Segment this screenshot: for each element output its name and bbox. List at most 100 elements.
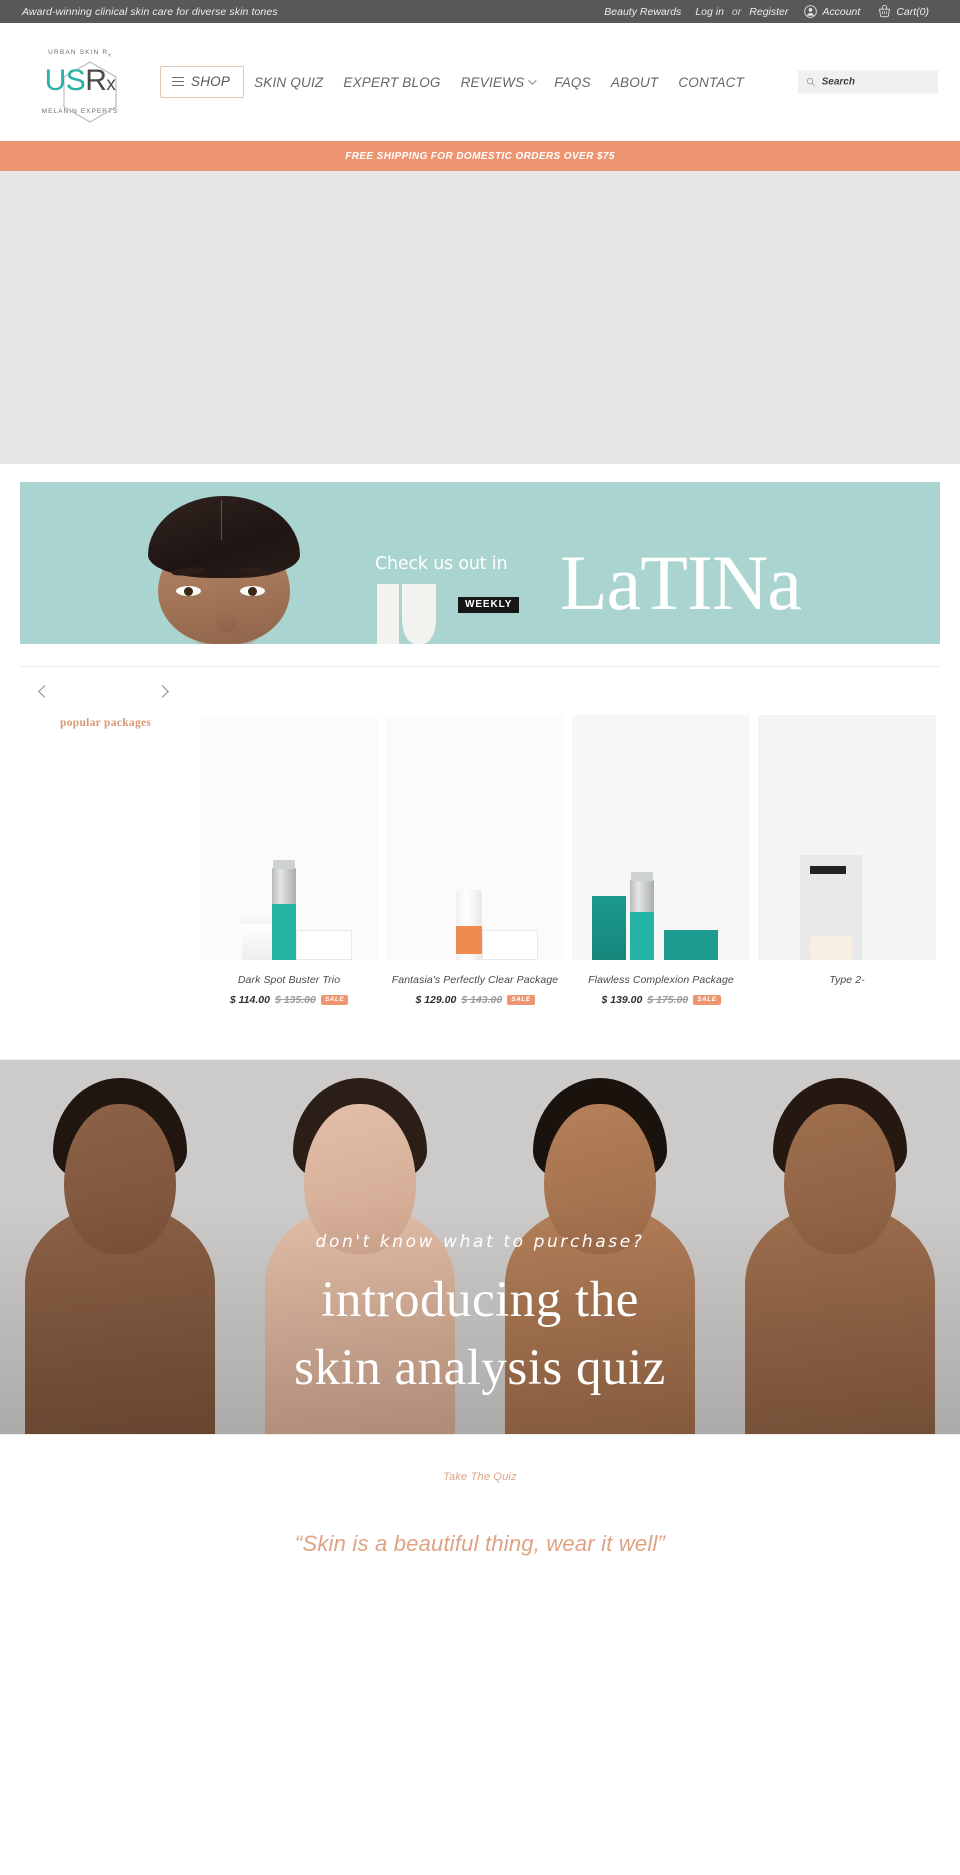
latina-wordmark: LaTINa bbox=[560, 539, 802, 626]
skin-analysis-quiz-hero[interactable]: don't know what to purchase? introducing… bbox=[0, 1060, 960, 1434]
shop-label: SHOP bbox=[191, 74, 231, 89]
product-card[interactable]: Type 2- bbox=[758, 715, 936, 1006]
nav-label: SKIN QUIZ bbox=[254, 74, 324, 90]
product-card[interactable]: Dark Spot Buster Trio $ 114.00 $ 135.00 … bbox=[200, 715, 378, 1006]
carousel-track: Dark Spot Buster Trio $ 114.00 $ 135.00 … bbox=[200, 715, 960, 1006]
product-compare-at-price: $ 135.00 bbox=[274, 994, 316, 1006]
nav-item-about[interactable]: ABOUT bbox=[601, 67, 669, 98]
latina-promo-banner[interactable]: Check us out in WEEKLY LaTINa bbox=[20, 482, 940, 644]
sale-badge: SALE bbox=[693, 994, 721, 1006]
magazine-letter-u bbox=[402, 584, 436, 644]
free-shipping-text: FREE SHIPPING FOR DOMESTIC ORDERS OVER $… bbox=[345, 150, 615, 162]
quiz-hero-headline-line2: skin analysis quiz bbox=[294, 1340, 666, 1396]
product-price: $ 139.00 bbox=[601, 994, 643, 1006]
product-cleansing-bar bbox=[664, 930, 718, 960]
nav-item-faqs[interactable]: FAQS bbox=[544, 67, 601, 98]
site-header: URBAN SKIN Rx US Rx MELANIN EXPERTS SHOP … bbox=[0, 23, 960, 141]
logo-mark: US Rx bbox=[40, 61, 120, 123]
product-tube-band bbox=[456, 926, 482, 954]
product-round-jar bbox=[810, 936, 852, 960]
quiz-hero-kicker: don't know what to purchase? bbox=[315, 1232, 645, 1252]
product-box bbox=[296, 930, 352, 960]
chevron-right-icon bbox=[155, 684, 169, 698]
chevron-down-icon bbox=[528, 76, 537, 85]
chevron-left-icon bbox=[37, 684, 51, 698]
product-bottle-cap bbox=[631, 872, 653, 881]
product-title[interactable]: Flawless Complexion Package bbox=[572, 974, 750, 986]
logo-top-sub: x bbox=[108, 52, 112, 59]
nav-item-reviews[interactable]: REVIEWS bbox=[451, 67, 545, 98]
site-logo[interactable]: URBAN SKIN Rx US Rx MELANIN EXPERTS bbox=[30, 49, 130, 123]
carousel-prev-button[interactable] bbox=[32, 679, 56, 703]
product-carton-label bbox=[810, 866, 846, 874]
carousel-next-button[interactable] bbox=[150, 679, 174, 703]
sale-badge: SALE bbox=[320, 994, 349, 1006]
nav-label: ABOUT bbox=[610, 74, 659, 90]
product-image[interactable] bbox=[758, 715, 936, 960]
product-compare-at-price: $ 175.00 bbox=[647, 994, 689, 1006]
product-price-row: $ 114.00 $ 135.00 SALE bbox=[200, 994, 378, 1006]
register-link[interactable]: Register bbox=[742, 6, 795, 18]
product-image[interactable] bbox=[572, 715, 750, 960]
free-shipping-banner: FREE SHIPPING FOR DOMESTIC ORDERS OVER $… bbox=[0, 141, 960, 171]
login-link[interactable]: Log in bbox=[688, 6, 731, 18]
product-image[interactable] bbox=[200, 715, 378, 960]
or-text: or bbox=[731, 5, 742, 18]
main-navigation: SHOP SKIN QUIZ EXPERT BLOG REVIEWS FAQS … bbox=[160, 66, 754, 98]
nav-item-expert-blog[interactable]: EXPERT BLOG bbox=[333, 67, 450, 98]
product-price: $ 129.00 bbox=[415, 994, 457, 1006]
product-serum-bottle bbox=[272, 860, 296, 960]
promo-model-nose bbox=[216, 606, 238, 632]
search-icon bbox=[806, 78, 815, 87]
promo-banner-section: Check us out in WEEKLY LaTINa bbox=[0, 464, 960, 667]
product-title[interactable]: Dark Spot Buster Trio bbox=[200, 974, 378, 986]
carousel-section-label: popular packages bbox=[60, 717, 152, 729]
product-image[interactable] bbox=[386, 715, 564, 960]
beauty-rewards-link[interactable]: Beauty Rewards bbox=[597, 6, 688, 18]
account-person-icon bbox=[804, 5, 818, 18]
nav-item-contact[interactable]: CONTACT bbox=[668, 67, 754, 98]
product-bottle-label bbox=[272, 904, 296, 960]
nav-item-skin-quiz[interactable]: SKIN QUIZ bbox=[244, 67, 333, 98]
hero-slider-placeholder[interactable] bbox=[0, 171, 960, 464]
sale-badge: SALE bbox=[507, 994, 535, 1006]
logo-letters: US Rx bbox=[44, 63, 116, 100]
promo-kicker-text: Check us out in bbox=[375, 554, 508, 574]
promo-model-eye-right bbox=[240, 586, 265, 596]
cart-basket-icon bbox=[879, 5, 891, 18]
nav-label: EXPERT BLOG bbox=[343, 74, 441, 90]
quiz-hero-headline-line1: introducing the bbox=[321, 1272, 639, 1328]
product-card[interactable]: Fantasia's Perfectly Clear Package $ 129… bbox=[386, 715, 564, 1006]
product-price: $ 114.00 bbox=[229, 994, 270, 1006]
take-quiz-section: Take The Quiz “Skin is a beautiful thing… bbox=[0, 1435, 960, 1557]
logo-x: x bbox=[106, 73, 116, 95]
product-tube bbox=[456, 890, 482, 960]
take-the-quiz-link[interactable]: Take The Quiz bbox=[443, 1471, 517, 1483]
product-card[interactable]: Flawless Complexion Package $ 139.00 $ 1… bbox=[572, 715, 750, 1006]
product-title[interactable]: Fantasia's Perfectly Clear Package bbox=[386, 974, 564, 986]
promo-magazine-graphic bbox=[377, 584, 436, 644]
shop-menu-button[interactable]: SHOP bbox=[160, 66, 245, 98]
nav-label: REVIEWS bbox=[460, 74, 525, 90]
logo-r: R bbox=[85, 63, 107, 97]
product-title[interactable]: Type 2- bbox=[758, 974, 936, 986]
logo-us: US bbox=[44, 63, 86, 97]
product-price-row: $ 129.00 $ 143.00 SALE bbox=[386, 994, 564, 1006]
promo-model-eye-left bbox=[176, 586, 201, 596]
product-teal-box bbox=[592, 896, 626, 960]
logo-top-text: URBAN SKIN Rx bbox=[48, 49, 112, 58]
product-bottle-label bbox=[630, 912, 654, 960]
product-box bbox=[482, 930, 538, 960]
hamburger-icon bbox=[172, 76, 184, 87]
account-label: Account bbox=[822, 5, 861, 18]
account-link[interactable]: Account bbox=[795, 5, 869, 18]
cart-link[interactable]: Cart(0) bbox=[869, 5, 938, 18]
search-input[interactable] bbox=[821, 76, 930, 88]
top-utility-bar: Award-winning clinical skin care for div… bbox=[0, 0, 960, 23]
brand-quote: “Skin is a beautiful thing, wear it well… bbox=[294, 1531, 666, 1556]
tagline-text: Award-winning clinical skin care for div… bbox=[22, 5, 278, 18]
search-box[interactable] bbox=[798, 70, 938, 94]
popular-packages-carousel: popular packages Dark Spot Buster Trio $… bbox=[0, 667, 960, 1059]
logo-top-main: URBAN SKIN R bbox=[48, 49, 109, 57]
quiz-hero-copy: don't know what to purchase? introducing… bbox=[0, 1232, 960, 1402]
